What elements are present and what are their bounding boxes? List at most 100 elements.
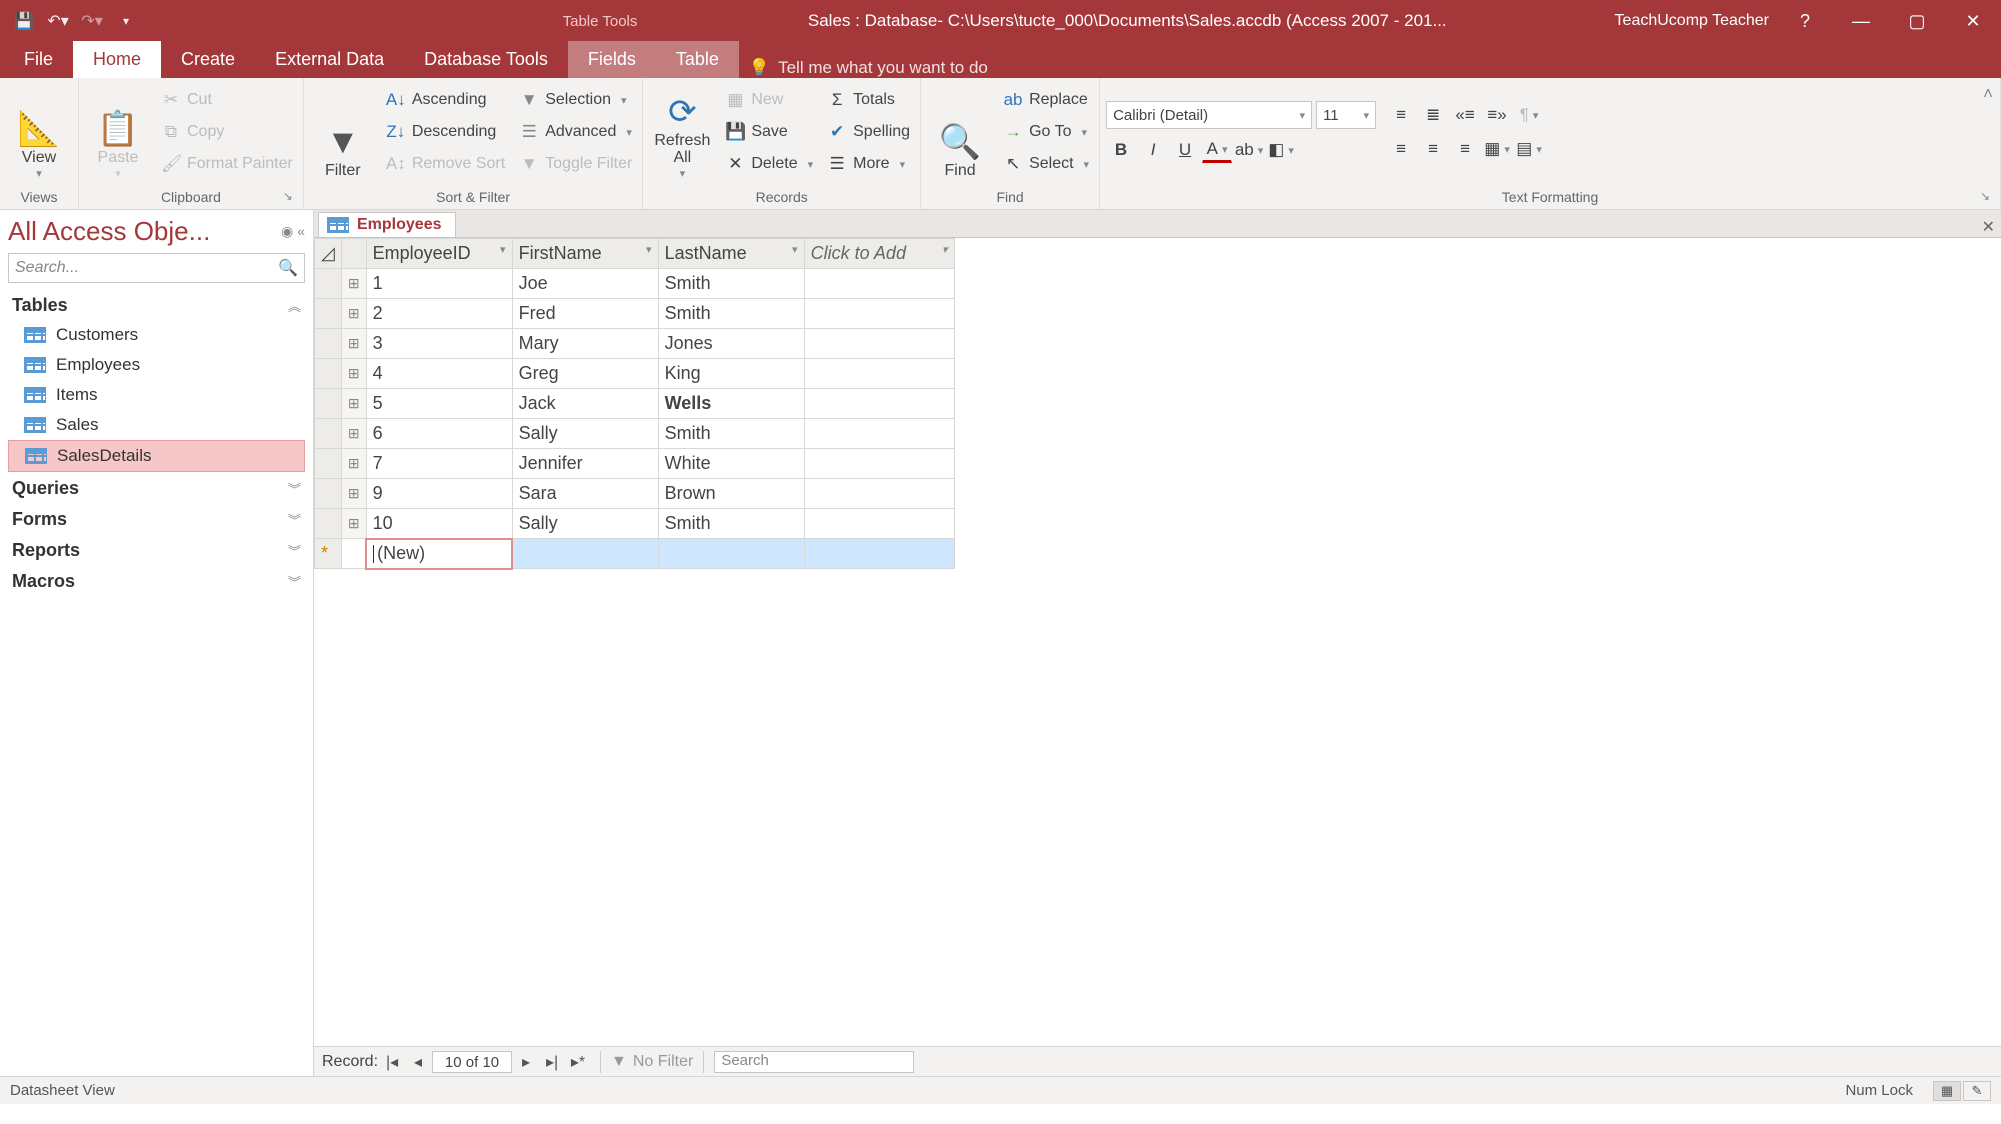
row-selector[interactable] [315,269,342,299]
chevron-down-icon[interactable]: ▾ [942,243,948,256]
cell-first[interactable]: Sara [512,479,658,509]
cut-button[interactable]: ✂Cut [157,85,297,115]
toggle-filter-button[interactable]: ▼Toggle Filter [515,149,636,179]
new-record-nav-button[interactable]: ▸* [566,1051,590,1073]
expand-row-button[interactable]: ⊞ [341,299,366,329]
highlight-color-button[interactable]: ab [1234,137,1264,163]
first-record-button[interactable]: |◂ [380,1051,404,1073]
expand-row-button[interactable]: ⊞ [341,479,366,509]
cell-first[interactable]: Greg [512,359,658,389]
cell-add[interactable] [804,479,954,509]
find-button[interactable]: 🔍 Find [927,82,993,182]
nav-category-forms[interactable]: Forms︾ [8,503,313,534]
cell-add[interactable] [804,449,954,479]
align-center-button[interactable]: ≡ [1418,136,1448,162]
record-position-box[interactable]: 10 of 10 [432,1051,512,1073]
restore-button[interactable]: ▢ [1889,0,1945,42]
bold-button[interactable]: B [1106,137,1136,163]
table-row[interactable]: ⊞6SallySmith [315,419,955,449]
prev-record-button[interactable]: ◂ [406,1051,430,1073]
cell-add[interactable] [804,269,954,299]
cell-first[interactable]: Fred [512,299,658,329]
font-color-button[interactable]: A [1202,137,1232,163]
align-left-button[interactable]: ≡ [1386,136,1416,162]
numbering-button[interactable]: ≣ [1418,102,1448,128]
tab-fields[interactable]: Fields [568,41,656,78]
advanced-button[interactable]: ☰Advanced [515,117,636,147]
cell-last[interactable]: Wells [658,389,804,419]
row-selector[interactable] [315,299,342,329]
cell-add[interactable] [804,299,954,329]
qat-customize-icon[interactable]: ▾ [112,7,140,35]
next-record-button[interactable]: ▸ [514,1051,538,1073]
datasheet-view-button[interactable]: ▦ [1933,1081,1961,1101]
cell-id[interactable]: 2 [366,299,512,329]
group-label-clipboard[interactable]: Clipboard [85,187,297,209]
cell-add[interactable] [804,419,954,449]
cell-last[interactable]: Smith [658,419,804,449]
cell-add[interactable] [804,509,954,539]
close-tab-icon[interactable]: ✕ [1982,217,1995,237]
column-header-add[interactable]: Click to Add▾ [804,239,954,269]
gridlines-button[interactable]: ▦ [1482,136,1512,162]
table-row[interactable]: ⊞4GregKing [315,359,955,389]
expand-row-button[interactable]: ⊞ [341,419,366,449]
column-header-last[interactable]: LastName▾ [658,239,804,269]
totals-button[interactable]: ΣTotals [823,85,914,115]
last-record-button[interactable]: ▸| [540,1051,564,1073]
cell-id[interactable]: 7 [366,449,512,479]
table-row[interactable]: ⊞1JoeSmith [315,269,955,299]
spelling-button[interactable]: ✔Spelling [823,117,914,147]
nav-title[interactable]: All Access Obje... [8,216,258,247]
expand-row-button[interactable]: ⊞ [341,389,366,419]
save-icon[interactable]: 💾 [10,7,38,35]
cell-id[interactable]: 6 [366,419,512,449]
help-button[interactable]: ? [1777,0,1833,42]
datasheet-grid[interactable]: ◿ EmployeeID▾ FirstName▾ LastName▾ Click… [314,238,2001,1046]
selection-button[interactable]: ▼Selection [515,85,636,115]
cell-id[interactable]: 9 [366,479,512,509]
nav-table-employees[interactable]: Employees [8,350,313,380]
cell-add[interactable] [804,329,954,359]
cell-last[interactable]: Smith [658,269,804,299]
font-size-combo[interactable]: 11▾ [1316,101,1376,129]
chevron-down-icon[interactable]: ▾ [500,243,506,256]
remove-sort-button[interactable]: A↕Remove Sort [382,149,509,179]
nav-table-customers[interactable]: Customers [8,320,313,350]
tab-create[interactable]: Create [161,41,255,78]
filter-indicator[interactable]: ▼No Filter [611,1053,693,1071]
tab-file[interactable]: File [4,41,73,78]
refresh-all-button[interactable]: ⟳ Refresh All ▾ [649,82,715,182]
new-record-row[interactable]: *(New) [315,539,955,569]
cell-last[interactable]: King [658,359,804,389]
cell-last[interactable]: Brown [658,479,804,509]
underline-button[interactable]: U [1170,137,1200,163]
close-button[interactable]: ✕ [1945,0,2001,42]
cell-first[interactable]: Jennifer [512,449,658,479]
save-record-button[interactable]: 💾Save [721,117,817,147]
cell-first[interactable]: Joe [512,269,658,299]
cell-first[interactable]: Mary [512,329,658,359]
chevron-down-icon[interactable]: ▾ [646,243,652,256]
expand-row-button[interactable]: ⊞ [341,329,366,359]
copy-button[interactable]: ⧉Copy [157,117,297,147]
alternate-row-color-button[interactable]: ▤ [1514,136,1544,162]
nav-search-input[interactable]: Search... 🔍 [8,253,305,283]
tab-database-tools[interactable]: Database Tools [404,41,568,78]
cell-add[interactable] [804,359,954,389]
column-header-id[interactable]: EmployeeID▾ [366,239,512,269]
nav-table-salesdetails[interactable]: SalesDetails [8,440,305,472]
expand-row-button[interactable]: ⊞ [341,269,366,299]
table-row[interactable]: ⊞9SaraBrown [315,479,955,509]
table-row[interactable]: ⊞7JenniferWhite [315,449,955,479]
cell-id-new[interactable]: (New) [366,539,512,569]
format-painter-button[interactable]: 🖌Format Painter [157,149,297,179]
expand-row-button[interactable]: ⊞ [341,449,366,479]
bullets-button[interactable]: ≡ [1386,102,1416,128]
view-button[interactable]: 📐 View ▾ [6,82,72,182]
row-selector[interactable] [315,479,342,509]
row-selector[interactable] [315,449,342,479]
chevron-down-icon[interactable]: ▾ [792,243,798,256]
expand-row-button[interactable]: ⊞ [341,509,366,539]
tab-home[interactable]: Home [73,41,161,78]
